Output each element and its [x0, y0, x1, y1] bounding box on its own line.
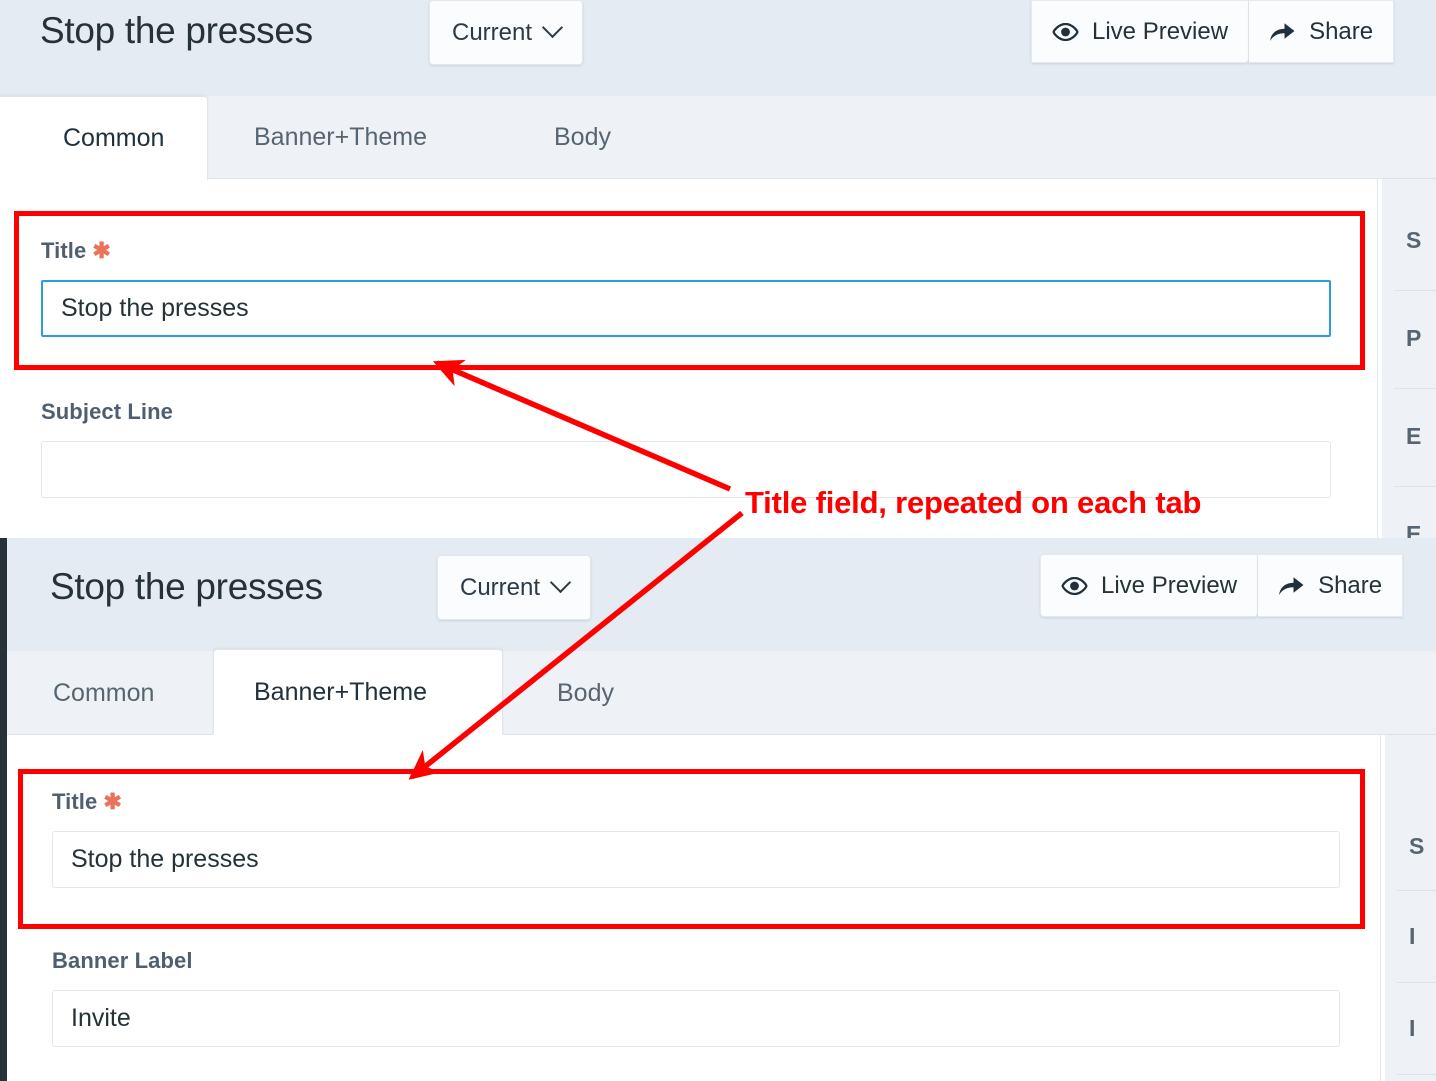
tab-common[interactable]: Common	[7, 651, 188, 735]
tab-banner-theme[interactable]: Banner+Theme	[208, 96, 461, 179]
field-title: Title ✱	[52, 789, 1340, 888]
tab-body-label: Body	[554, 123, 611, 151]
rail-item[interactable]: P	[1382, 291, 1436, 352]
tab-bar: Common Banner+Theme Body	[0, 96, 1436, 180]
rail-item[interactable]: E	[1382, 487, 1436, 538]
field-subject-line: Subject Line	[41, 399, 1331, 498]
field-subject-line-label: Subject Line	[41, 399, 173, 424]
title-input[interactable]	[52, 831, 1340, 888]
live-preview-label: Live Preview	[1092, 17, 1229, 45]
share-button[interactable]: Share	[1258, 554, 1404, 617]
page-title: Stop the presses	[50, 566, 323, 607]
screenshot-root: Stop the presses Current Live Preview Sh…	[0, 0, 1436, 1081]
required-asterisk: ✱	[103, 789, 122, 814]
tab-body[interactable]: Body	[510, 96, 645, 179]
panel-left-edge	[0, 538, 7, 1081]
version-select-label: Current	[460, 573, 541, 601]
eye-icon	[1052, 22, 1079, 41]
field-title-label: Title	[41, 238, 87, 263]
field-title-label-row: Title ✱	[41, 238, 1331, 264]
version-select-button[interactable]: Current	[429, 0, 584, 65]
page-title: Stop the presses	[40, 10, 313, 51]
share-label: Share	[1309, 17, 1374, 45]
right-rail: S I I I	[1385, 735, 1436, 1081]
rail-item[interactable]: S	[1382, 179, 1436, 254]
field-title-label: Title	[52, 789, 98, 814]
version-select-button[interactable]: Current	[437, 555, 592, 620]
annotation-label: Title field, repeated on each tab	[745, 485, 1202, 520]
title-input[interactable]	[41, 280, 1331, 337]
eye-icon	[1061, 576, 1088, 595]
field-title-label-row: Title ✱	[52, 789, 1340, 815]
share-arrow-icon	[1278, 575, 1305, 597]
tab-banner-theme[interactable]: Banner+Theme	[213, 649, 503, 735]
rail-item[interactable]: I	[1385, 983, 1436, 1042]
tab-common-label: Common	[53, 678, 155, 707]
version-select-label: Current	[452, 18, 533, 46]
right-rail: S P E E	[1382, 179, 1436, 538]
share-button[interactable]: Share	[1249, 0, 1395, 63]
tab-body-label: Body	[557, 678, 614, 707]
tab-body[interactable]: Body	[511, 651, 648, 735]
live-preview-button[interactable]: Live Preview	[1031, 0, 1250, 63]
live-preview-label: Live Preview	[1101, 571, 1238, 599]
rail-item[interactable]: I	[1385, 891, 1436, 950]
header-actions: Live Preview Share	[1031, 0, 1395, 63]
panel-header: Stop the presses Current Live Preview Sh…	[0, 0, 1436, 96]
panel-header: Stop the presses Current Live Preview Sh…	[7, 538, 1436, 651]
rail-item[interactable]: I	[1385, 1075, 1436, 1081]
editor-panel-banner-theme: Stop the presses Current Live Preview Sh…	[0, 538, 1436, 1081]
header-actions: Live Preview Share	[1040, 554, 1404, 617]
chevron-down-icon	[549, 571, 572, 594]
tab-common[interactable]: Common	[0, 96, 208, 180]
field-banner-label-label: Banner Label	[52, 948, 193, 973]
field-title: Title ✱	[41, 238, 1331, 337]
tab-common-label: Common	[63, 123, 165, 152]
tab-banner-theme-label: Banner+Theme	[254, 123, 428, 151]
required-asterisk: ✱	[92, 238, 111, 263]
field-banner-label: Banner Label	[52, 948, 1340, 1047]
chevron-down-icon	[541, 16, 564, 39]
form-card: Title ✱ Banner Label	[7, 735, 1381, 1081]
live-preview-button[interactable]: Live Preview	[1040, 554, 1259, 617]
share-label: Share	[1318, 571, 1383, 599]
banner-label-input[interactable]	[52, 990, 1340, 1047]
rail-item[interactable]: E	[1382, 389, 1436, 450]
share-arrow-icon	[1269, 21, 1296, 43]
rail-item[interactable]: S	[1385, 735, 1436, 860]
tab-banner-theme-label: Banner+Theme	[254, 677, 428, 706]
tab-bar: Common Banner+Theme Body	[7, 649, 1436, 735]
editor-panel-common: Stop the presses Current Live Preview Sh…	[0, 0, 1436, 538]
